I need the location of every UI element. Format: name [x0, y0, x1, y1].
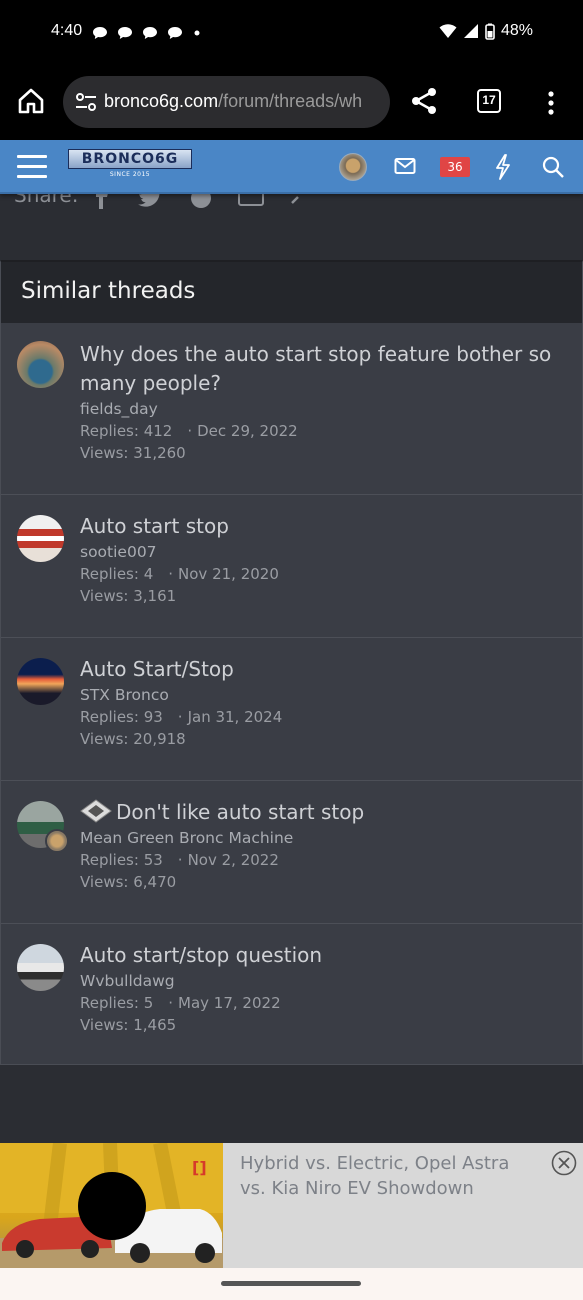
thread-stats: Replies: 93 · Jan 31, 2024: [80, 708, 283, 726]
thread-replies: Replies: 53: [80, 851, 163, 869]
status-bar: 4:40 48%: [0, 0, 583, 66]
signal-icon: [463, 24, 478, 38]
similar-threads-header: Similar threads: [1, 262, 582, 323]
similar-threads-block: Similar threads Why does the auto start …: [0, 260, 583, 1065]
share-row: Share:: [0, 194, 583, 216]
thread-date: Jan 31, 2024: [187, 708, 283, 726]
site-settings-icon[interactable]: [75, 92, 97, 112]
similar-threads-heading: Similar threads: [21, 278, 196, 304]
thread-stats: Replies: 4 · Nov 21, 2020: [80, 565, 279, 583]
thread-author[interactable]: Mean Green Bronc Machine: [80, 828, 566, 849]
thread-stats: Replies: 412 · Dec 29, 2022: [80, 422, 298, 440]
browser-toolbar: bronco6g.com/forum/threads/wh 17: [0, 66, 583, 140]
thread-title[interactable]: Don't like auto start stop: [116, 800, 364, 824]
facebook-icon[interactable]: [88, 194, 114, 209]
gesture-bar: [0, 1268, 583, 1300]
thread-author[interactable]: fields_day: [80, 399, 566, 420]
logo-subtext: SINCE 2015: [109, 171, 151, 178]
thread-replies: Replies: 5: [80, 994, 154, 1012]
thread-replies: Replies: 4: [80, 565, 154, 583]
chat-bubble-icon: [118, 27, 132, 39]
lightning-bolt-icon[interactable]: [494, 154, 512, 180]
avatar[interactable]: [17, 658, 64, 705]
thread-author[interactable]: sootie007: [80, 542, 566, 563]
status-time: 4:40: [51, 22, 83, 39]
close-icon[interactable]: [551, 1150, 577, 1176]
svg-text:[]: []: [192, 1158, 207, 1177]
alerts-badge[interactable]: 36: [440, 157, 470, 177]
logo-text: BRONCO6G: [68, 149, 192, 169]
battery-icon: [485, 23, 495, 40]
url-text: bronco6g.com/forum/threads/wh: [104, 91, 362, 112]
thread-views: Views: 3,161: [80, 587, 177, 605]
ad-banner[interactable]: [] Hybrid vs. Electric, Opel Astra vs. K…: [0, 1143, 583, 1268]
status-right: 48%: [439, 22, 533, 40]
thread-title-row[interactable]: Don't like auto start stop: [80, 798, 566, 827]
share-label: Share:: [14, 194, 79, 207]
thread-title[interactable]: Auto start/stop question: [80, 941, 566, 970]
chat-bubble-icon: [168, 27, 182, 39]
thread-stats: Replies: 5 · May 17, 2022: [80, 994, 281, 1012]
search-icon[interactable]: [542, 156, 564, 178]
notification-icons: [92, 26, 202, 40]
thread-title[interactable]: Auto Start/Stop: [80, 655, 566, 684]
thread-title[interactable]: Why does the auto start stop feature bot…: [80, 340, 566, 398]
chat-bubble-icon: [143, 27, 157, 39]
thread-date: Nov 2, 2022: [187, 851, 279, 869]
envelope-icon[interactable]: [394, 157, 416, 175]
overflow-menu-icon[interactable]: [546, 90, 556, 116]
tab-switcher-button[interactable]: 17: [477, 89, 501, 113]
hamburger-menu-icon[interactable]: [17, 155, 47, 179]
thread-date: May 17, 2022: [178, 994, 281, 1012]
ad-image[interactable]: []: [0, 1143, 223, 1268]
avatar[interactable]: [17, 944, 64, 991]
avatar[interactable]: [17, 515, 64, 562]
url-path: /forum/threads/wh: [218, 91, 363, 111]
ad-headline[interactable]: Hybrid vs. Electric, Opel Astra vs. Kia …: [240, 1151, 540, 1201]
twitter-icon[interactable]: [138, 194, 164, 209]
avatar[interactable]: [17, 341, 64, 388]
thread-replies: Replies: 412: [80, 422, 173, 440]
thread-stats: Replies: 53 · Nov 2, 2022: [80, 851, 279, 869]
thread-replies: Replies: 93: [80, 708, 163, 726]
thread-item[interactable]: Auto Start/Stop STX Bronco Replies: 93 · J…: [1, 638, 582, 781]
home-icon[interactable]: [16, 86, 46, 116]
site-header: BRONCO6G SINCE 2015 36: [0, 140, 583, 194]
prefix-badge-icon: [80, 799, 112, 823]
thread-title[interactable]: Auto start stop: [80, 512, 566, 541]
thread-views: Views: 31,260: [80, 444, 186, 462]
url-host: bronco6g.com: [104, 91, 219, 111]
thread-views: Views: 6,470: [80, 873, 177, 891]
share-icon[interactable]: [410, 86, 438, 116]
thread-item[interactable]: Auto start/stop question Wvbulldawg Repl…: [1, 924, 582, 1065]
thread-item[interactable]: Auto start stop sootie007 Replies: 4 · Nov…: [1, 495, 582, 638]
battery-percent: 48%: [500, 22, 533, 39]
site-logo[interactable]: BRONCO6G SINCE 2015: [68, 149, 192, 178]
thread-views: Views: 1,465: [80, 1016, 177, 1034]
thread-item[interactable]: Don't like auto start stop Mean Green Br…: [1, 781, 582, 924]
thread-date: Dec 29, 2022: [197, 422, 298, 440]
chat-bubble-icon: [93, 27, 107, 39]
thread-views: Views: 20,918: [80, 730, 186, 748]
share-icons: [88, 194, 314, 209]
gesture-handle[interactable]: [221, 1281, 361, 1286]
ad-overlay-circle[interactable]: [78, 1172, 146, 1240]
address-bar[interactable]: bronco6g.com/forum/threads/wh: [63, 76, 390, 128]
link-icon[interactable]: [288, 194, 314, 209]
participant-avatar[interactable]: [45, 829, 69, 853]
wifi-icon: [439, 24, 457, 38]
user-avatar[interactable]: [339, 153, 367, 181]
thread-date: Nov 21, 2020: [178, 565, 279, 583]
more-dot-icon: [194, 30, 200, 36]
email-share-icon[interactable]: [238, 194, 264, 209]
thread-author[interactable]: STX Bronco: [80, 685, 566, 706]
reddit-icon[interactable]: [188, 194, 214, 209]
thread-item[interactable]: Why does the auto start stop feature bot…: [1, 323, 582, 495]
thread-author[interactable]: Wvbulldawg: [80, 971, 566, 992]
